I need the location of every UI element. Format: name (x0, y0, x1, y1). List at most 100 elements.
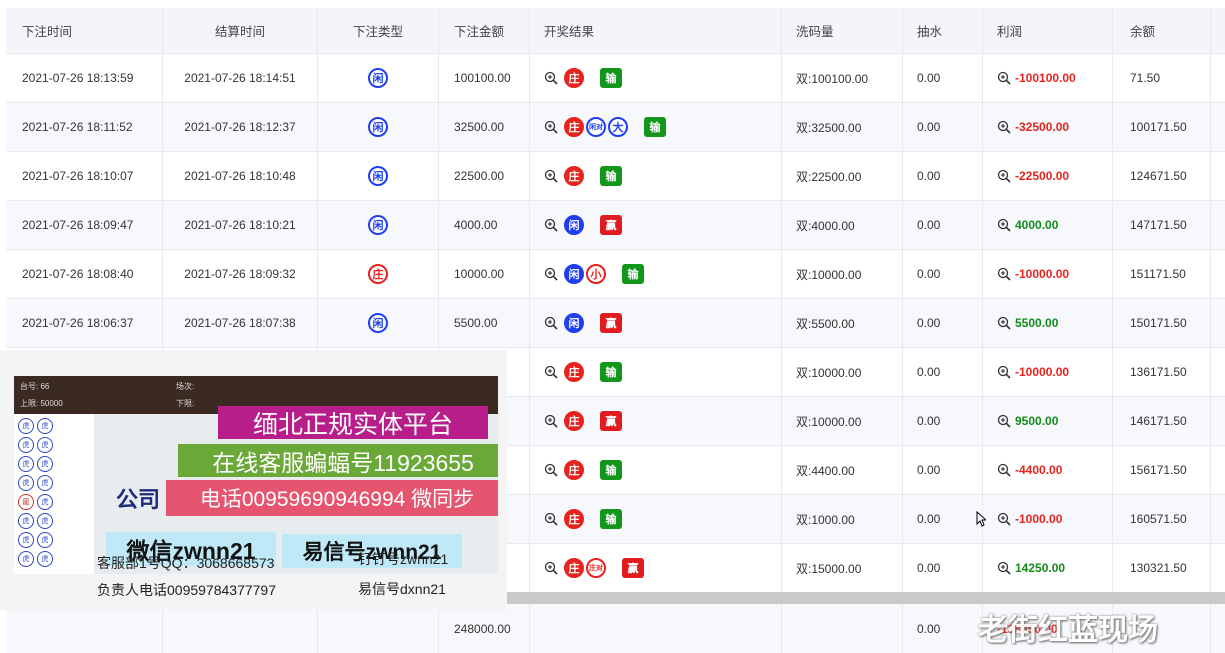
zoom-icon[interactable] (544, 169, 558, 183)
zoom-icon[interactable] (544, 414, 558, 428)
profit-cell: 14250.00 (983, 544, 1113, 592)
bet-amount: 5500.00 (439, 299, 530, 347)
column-header[interactable]: 结算时间 (163, 8, 318, 53)
settle-time: 2021-07-26 18:12:37 (163, 103, 318, 151)
zoom-icon[interactable] (997, 414, 1011, 428)
ad-overlay: 台号: 66 上限: 50000 场次: 下限: 虎虎虎虎龍虎虎虎虎虎虎虎虎虎虎… (0, 350, 507, 610)
draw-result: 闲赢 (530, 201, 782, 249)
horizontal-scrollbar[interactable] (505, 592, 1225, 604)
zoom-icon[interactable] (997, 316, 1011, 330)
balance: 151171.50 (1113, 250, 1211, 298)
commission: 0.00 (903, 544, 983, 592)
zoom-icon[interactable] (544, 561, 558, 575)
profit-value: -10000.00 (1015, 267, 1070, 281)
zoom-icon[interactable] (997, 512, 1011, 526)
zoom-icon[interactable] (544, 316, 558, 330)
road-map-cell: 虎 (18, 532, 34, 548)
column-header[interactable]: 抽水 (903, 8, 983, 53)
column-header[interactable]: 下注类型 (318, 8, 439, 53)
zoom-icon[interactable] (997, 561, 1011, 575)
column-header[interactable]: 开奖结果 (530, 8, 782, 53)
zoom-icon[interactable] (544, 267, 558, 281)
profit-value: -1000.00 (1015, 512, 1063, 526)
balance: 124671.50 (1113, 152, 1211, 200)
column-header[interactable]: 余额 (1113, 8, 1211, 53)
bet-amount: 22500.00 (439, 152, 530, 200)
bet-type-badge: 闲 (368, 68, 388, 88)
road-map-cell: 虎 (37, 456, 53, 472)
zoom-icon[interactable] (997, 218, 1011, 232)
road-map-cell: 虎 (37, 494, 53, 510)
wash-amount: 双:10000.00 (782, 250, 903, 298)
outcome-tag: 赢 (600, 313, 622, 333)
zoom-icon[interactable] (997, 120, 1011, 134)
profit-cell: -1000.00 (983, 495, 1113, 543)
outcome-tag: 赢 (600, 215, 622, 235)
commission: 0.00 (903, 495, 983, 543)
profit-cell: -100100.00 (983, 54, 1113, 102)
zoom-icon[interactable] (997, 365, 1011, 379)
round-label: 场次: (176, 382, 195, 391)
result-badge: 庄 (564, 558, 584, 578)
profit-value: -10000.00 (1015, 365, 1070, 379)
profit-cell: -22500.00 (983, 152, 1113, 200)
row-extra (1211, 397, 1225, 445)
draw-result: 庄输 (530, 152, 782, 200)
draw-result: 闲小输 (530, 250, 782, 298)
draw-result: 庄闲对大输 (530, 103, 782, 151)
zoom-icon[interactable] (544, 512, 558, 526)
ad-banner-service: 在线客服蝙蝠号11923655 (178, 444, 498, 477)
wash-amount: 双:4400.00 (782, 446, 903, 494)
road-map-cell: 虎 (37, 532, 53, 548)
outcome-tag: 输 (622, 264, 644, 284)
zoom-icon[interactable] (997, 169, 1011, 183)
commission: 0.00 (903, 299, 983, 347)
commission: 0.00 (903, 201, 983, 249)
balance: 147171.50 (1113, 201, 1211, 249)
draw-result: 闲赢 (530, 299, 782, 347)
bet-type-badge: 闲 (368, 215, 388, 235)
outcome-tag: 赢 (600, 411, 622, 431)
mouse-cursor-icon (976, 511, 986, 527)
draw-result: 庄输 (530, 348, 782, 396)
contact-yixin: 易信号dxnn21 (358, 581, 446, 597)
commission: 0.00 (903, 103, 983, 151)
wash-amount: 双:5500.00 (782, 299, 903, 347)
column-header[interactable]: 利润 (983, 8, 1113, 53)
result-badge: 庄 (564, 362, 584, 382)
draw-result: 庄输 (530, 446, 782, 494)
bet-time: 2021-07-26 18:13:59 (6, 54, 163, 102)
footer-commission-total: 0.00 (903, 604, 983, 653)
profit-value: -32500.00 (1015, 120, 1070, 134)
bet-time: 2021-07-26 18:10:07 (6, 152, 163, 200)
zoom-icon[interactable] (544, 120, 558, 134)
settle-time: 2021-07-26 18:14:51 (163, 54, 318, 102)
footer-cell (782, 604, 903, 653)
row-extra (1211, 250, 1225, 298)
zoom-icon[interactable] (544, 71, 558, 85)
zoom-icon[interactable] (997, 463, 1011, 477)
row-extra (1211, 446, 1225, 494)
column-header[interactable]: 洗码量 (782, 8, 903, 53)
outcome-tag: 输 (600, 509, 622, 529)
zoom-icon[interactable] (544, 218, 558, 232)
column-header[interactable]: 下注金额 (439, 8, 530, 53)
result-badge: 闲 (564, 264, 584, 284)
zoom-icon[interactable] (997, 267, 1011, 281)
column-header[interactable]: 下注时间 (6, 8, 163, 53)
profit-cell: 9500.00 (983, 397, 1113, 445)
table-number: 台号: 66 (20, 382, 50, 391)
result-badge: 庄 (564, 166, 584, 186)
zoom-icon[interactable] (544, 463, 558, 477)
road-map-cell: 虎 (18, 475, 34, 491)
zoom-icon[interactable] (544, 365, 558, 379)
table-header: 下注时间 结算时间 下注类型 下注金额 开奖结果 洗码量 抽水 利润 余额 (6, 8, 1225, 54)
zoom-icon[interactable] (997, 71, 1011, 85)
bet-type: 闲 (318, 201, 439, 249)
result-badge: 庄对 (586, 558, 606, 578)
road-map-cell: 虎 (37, 475, 53, 491)
bet-amount: 100100.00 (439, 54, 530, 102)
settle-time: 2021-07-26 18:10:21 (163, 201, 318, 249)
bet-time: 2021-07-26 18:11:52 (6, 103, 163, 151)
bet-type-badge: 闲 (368, 117, 388, 137)
